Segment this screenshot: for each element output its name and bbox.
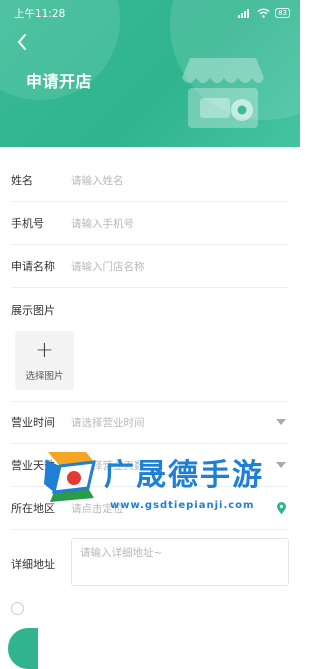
business-hours-select[interactable]: 请选择营业时间 bbox=[71, 415, 273, 430]
business-hours-row[interactable]: 营业时间 请选择营业时间 bbox=[11, 401, 289, 444]
phone-row: 手机号 请输入手机号 bbox=[11, 202, 289, 245]
select-image-label: 选择图片 bbox=[25, 370, 64, 382]
watermark-brand: 广晟德手游 bbox=[104, 458, 264, 493]
watermark-logo-icon bbox=[44, 452, 96, 502]
status-bar: 上午11:28 83 bbox=[0, 0, 300, 26]
status-icons: 83 bbox=[238, 8, 290, 18]
store-name-row: 申请名称 请输入门店名称 bbox=[11, 245, 289, 288]
status-time: 上午11:28 bbox=[14, 7, 66, 20]
watermark-url: www.gsdtiepianji.com bbox=[110, 500, 255, 511]
page-header: 上午11:28 83 申请开店 bbox=[0, 0, 300, 147]
name-row: 姓名 请输入姓名 bbox=[11, 159, 289, 202]
battery-icon: 83 bbox=[275, 8, 290, 18]
phone-label: 手机号 bbox=[11, 217, 44, 230]
name-label: 姓名 bbox=[11, 174, 33, 187]
store-name-label: 申请名称 bbox=[11, 260, 55, 273]
phone-input[interactable]: 请输入手机号 bbox=[71, 216, 289, 231]
chevron-left-icon bbox=[18, 34, 26, 50]
store-name-input[interactable]: 请输入门店名称 bbox=[71, 259, 289, 274]
back-button[interactable] bbox=[12, 32, 32, 52]
address-textarea[interactable]: 请输入详细地址~ bbox=[71, 538, 289, 586]
page-title: 申请开店 bbox=[26, 72, 93, 91]
dropdown-arrow-icon[interactable] bbox=[273, 414, 289, 430]
images-label: 展示图片 bbox=[11, 304, 55, 317]
watermark: 广晟德手游 www.gsdtiepianji.com bbox=[40, 448, 300, 520]
business-hours-label: 营业时间 bbox=[11, 416, 55, 429]
wifi-icon bbox=[257, 8, 270, 18]
plus-icon: + bbox=[35, 337, 54, 363]
agreement-radio[interactable] bbox=[11, 602, 24, 615]
address-label: 详细地址 bbox=[11, 558, 55, 571]
name-input[interactable]: 请输入姓名 bbox=[71, 173, 289, 188]
select-image-button[interactable]: + 选择图片 bbox=[15, 331, 74, 390]
submit-button[interactable] bbox=[8, 628, 38, 669]
signal-icon bbox=[238, 8, 250, 18]
storefront-icon bbox=[182, 58, 264, 128]
